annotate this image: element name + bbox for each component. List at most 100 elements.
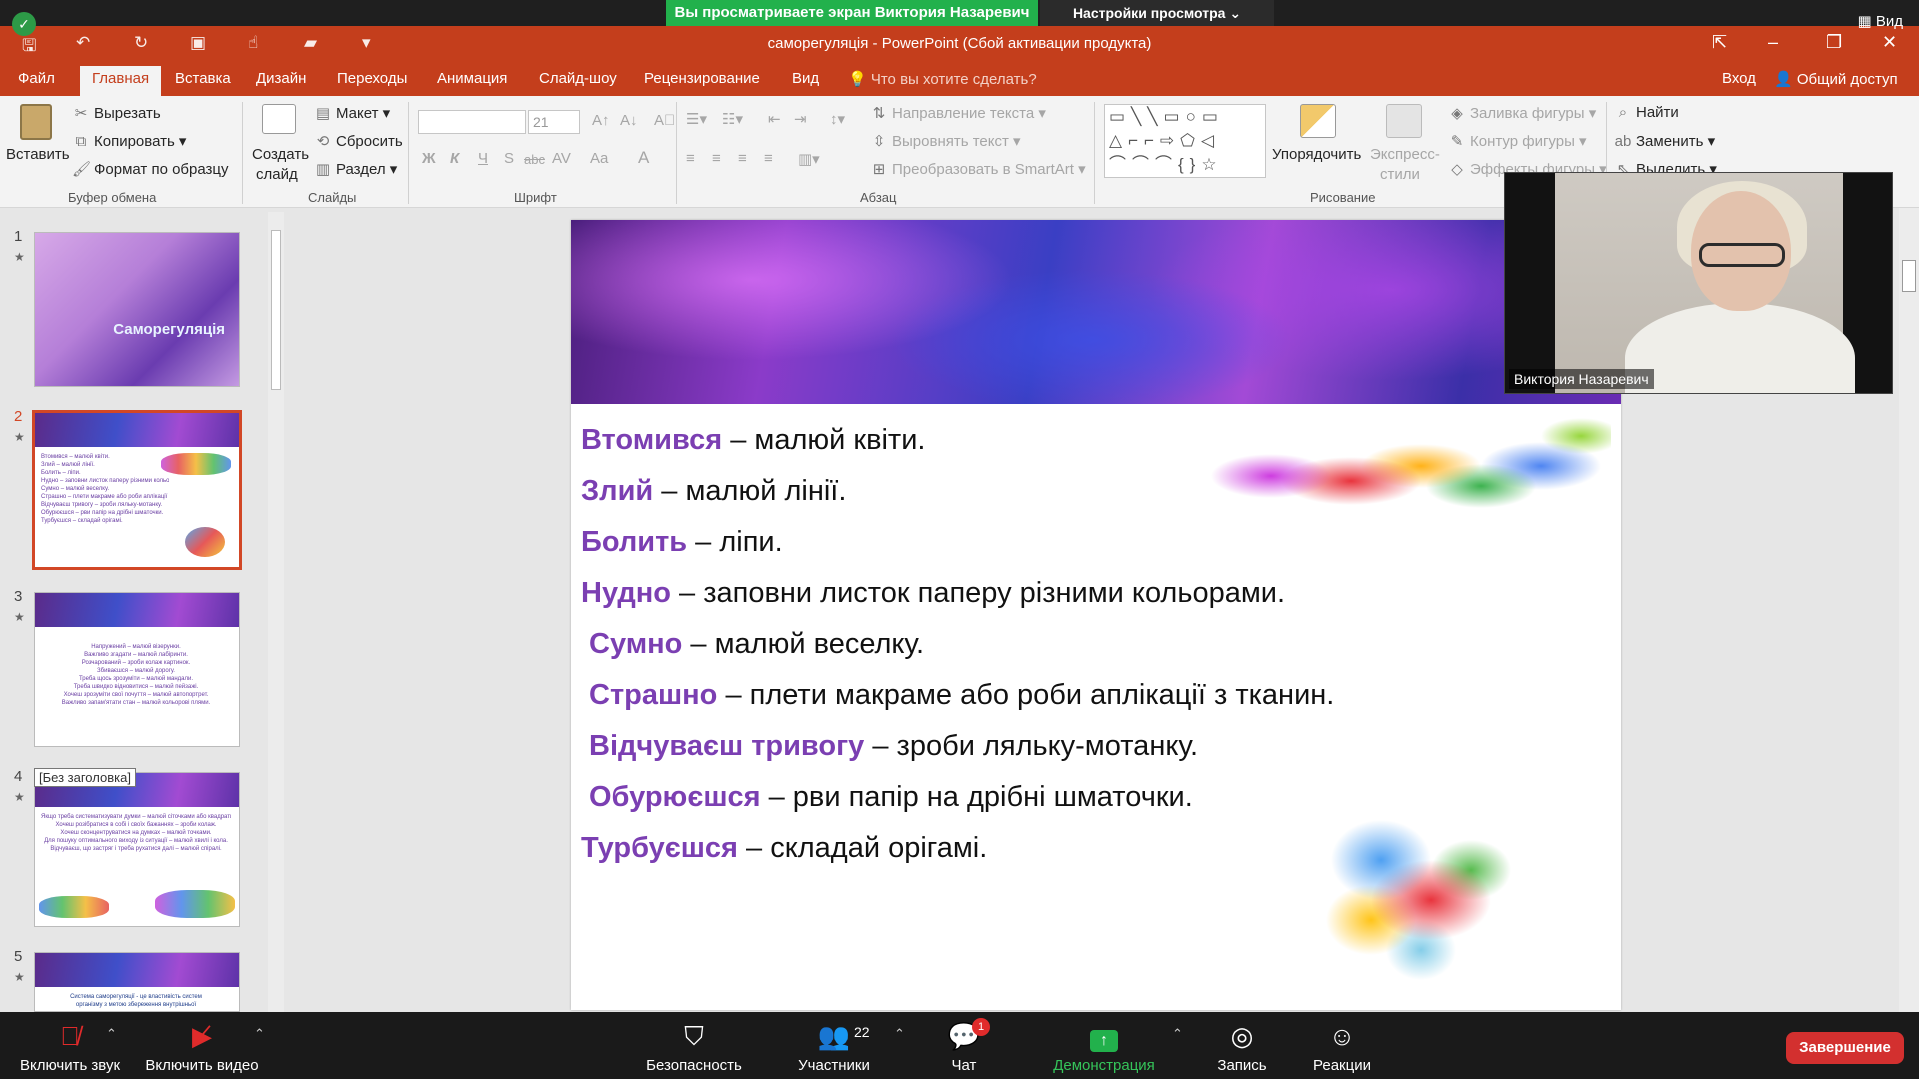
- participant-video[interactable]: Виктория Назаревич: [1504, 172, 1893, 394]
- tell-me-placeholder: Что вы хотите сделать?: [870, 71, 1037, 88]
- arrange-icon[interactable]: [1300, 104, 1336, 138]
- char-spacing-button[interactable]: AV: [552, 150, 571, 167]
- shield-check-icon[interactable]: ✓: [12, 12, 36, 36]
- tab-animations[interactable]: Анимация: [437, 70, 507, 87]
- tab-design[interactable]: Дизайн: [256, 70, 306, 87]
- thumb-text: Втомився – малюй квіти. Злий – малюй лін…: [41, 453, 169, 525]
- share-button[interactable]: 👤 Общий доступ: [1774, 70, 1898, 88]
- text-direction-button[interactable]: ⇅ Направление текста ▾: [870, 104, 1046, 122]
- reset-button[interactable]: ⟲ Сбросить: [314, 132, 403, 150]
- quick-styles-icon[interactable]: [1386, 104, 1422, 138]
- change-case-button[interactable]: Aa: [590, 150, 608, 167]
- new-slide-button[interactable]: Создать: [252, 146, 309, 163]
- find-button[interactable]: ⌕ Найти: [1614, 104, 1679, 121]
- minimize-icon[interactable]: –: [1768, 32, 1778, 53]
- slide-thumb-3[interactable]: Напружений – малюй візерунки. Важливо зг…: [34, 592, 240, 747]
- tab-view[interactable]: Вид: [792, 70, 819, 87]
- participants-button[interactable]: 👥 22 ⌃ Участники: [764, 1012, 905, 1079]
- new-slide-button-line2[interactable]: слайд: [256, 166, 298, 183]
- bullets-icon[interactable]: ☰▾: [686, 110, 707, 128]
- tab-insert[interactable]: Вставка: [175, 70, 231, 87]
- slide-line: Відчуваєш тривогу – зроби ляльку-мотанку…: [581, 730, 1334, 781]
- slide-line: Страшно – плети макраме або роби аплікац…: [581, 679, 1334, 730]
- justify-icon[interactable]: ≡: [764, 150, 773, 167]
- shapes-gallery[interactable]: ▭╲╲▭○▭ △⌐⌐⇨⬠◁ ⌒⌒⌒{}☆: [1104, 104, 1266, 178]
- chevron-up-icon[interactable]: ⌃: [106, 1026, 117, 1042]
- shape-outline-button[interactable]: ✎ Контур фигуры ▾: [1448, 132, 1587, 150]
- smartart-button[interactable]: ⊞ Преобразовать в SmartArt ▾: [870, 160, 1086, 178]
- bold-button[interactable]: Ж: [422, 150, 436, 167]
- replace-button[interactable]: ab Заменить ▾: [1614, 132, 1715, 150]
- close-icon[interactable]: ✕: [1882, 32, 1897, 53]
- paste-icon[interactable]: [20, 104, 52, 140]
- slide-scrollbar[interactable]: [1899, 208, 1919, 1012]
- increase-indent-icon[interactable]: ⇥: [794, 110, 807, 128]
- clear-format-icon[interactable]: A⃠: [654, 112, 675, 129]
- slide-thumb-4[interactable]: Якщо треба систематизувати думки – малюй…: [34, 772, 240, 927]
- quick-styles-button-line2[interactable]: стили: [1380, 166, 1420, 183]
- reactions-button[interactable]: ☺ Реакции: [1272, 1012, 1412, 1079]
- shadow-button[interactable]: S: [504, 150, 514, 167]
- align-right-icon[interactable]: ≡: [738, 150, 747, 167]
- columns-icon[interactable]: ▥▾: [798, 150, 820, 168]
- paste-button[interactable]: Вставить: [6, 146, 70, 163]
- tab-slideshow[interactable]: Слайд-шоу: [539, 70, 617, 87]
- font-name-input[interactable]: [418, 110, 526, 134]
- thumb-splash: [39, 896, 109, 918]
- grow-font-icon[interactable]: A↑: [592, 112, 610, 129]
- end-meeting-button[interactable]: Завершение: [1786, 1032, 1904, 1064]
- italic-button[interactable]: К: [450, 150, 459, 167]
- quick-styles-button[interactable]: Экспресс-: [1370, 146, 1440, 163]
- slide-line: Болить – ліпи.: [581, 526, 1334, 577]
- start-video-button[interactable]: ▶̸ ⌃ Включить видео: [132, 1012, 272, 1079]
- slide-canvas[interactable]: Втомився – малюй квіти. Злий – малюй лін…: [571, 220, 1621, 1010]
- paint-bucket-icon: ◈: [1451, 105, 1463, 122]
- chevron-up-icon[interactable]: ⌃: [254, 1026, 265, 1042]
- ribbon-display-icon[interactable]: ⇱: [1712, 32, 1727, 53]
- start-video-label: Включить видео: [145, 1057, 259, 1074]
- arrange-button[interactable]: Упорядочить: [1272, 146, 1361, 163]
- signin-link[interactable]: Вход: [1722, 70, 1756, 87]
- format-painter-button[interactable]: 🖌 Формат по образцу: [72, 160, 229, 178]
- strikethrough-button[interactable]: abc: [524, 152, 545, 167]
- font-color-button[interactable]: A: [638, 148, 649, 168]
- align-left-icon[interactable]: ≡: [686, 150, 695, 167]
- slide-thumb-5[interactable]: Система саморегуляції - це властивість с…: [34, 952, 240, 1012]
- share-screen-button[interactable]: ↑ ⌃ Демонстрация экрана: [1034, 1012, 1183, 1079]
- decrease-indent-icon[interactable]: ⇤: [768, 110, 781, 128]
- slide-line-text: – зроби ляльку-мотанку.: [864, 730, 1198, 762]
- share-screen-icon: ↑: [1034, 1022, 1174, 1052]
- scroll-thumb[interactable]: [1902, 260, 1916, 292]
- tab-transitions[interactable]: Переходы: [337, 70, 407, 87]
- underline-button[interactable]: Ч: [478, 150, 488, 167]
- copy-button[interactable]: ⧉ Копировать ▾: [72, 132, 187, 150]
- tab-review[interactable]: Рецензирование: [644, 70, 760, 87]
- restore-icon[interactable]: ❐: [1826, 32, 1842, 53]
- view-settings-button[interactable]: Настройки просмотра ⌄: [1040, 0, 1274, 26]
- share-label: Общий доступ: [1796, 71, 1898, 88]
- slide-line: Обурюєшся – рви папір на дрібні шматочки…: [581, 781, 1334, 832]
- shrink-font-icon[interactable]: A↓: [620, 112, 638, 129]
- layout-button[interactable]: ▤ Макет ▾: [314, 104, 390, 122]
- slide-thumb-2[interactable]: Втомився – малюй квіти. Злий – малюй лін…: [32, 410, 242, 570]
- slide-thumb-1[interactable]: Саморегуляція: [34, 232, 240, 387]
- tell-me-search[interactable]: 💡 Что вы хотите сделать?: [848, 70, 1037, 88]
- cut-button[interactable]: ✂ Вырезать: [72, 104, 161, 122]
- section-button[interactable]: ▥ Раздел ▾: [314, 160, 397, 178]
- view-menu-button[interactable]: ▦ Вид: [1858, 12, 1904, 30]
- line-spacing-icon[interactable]: ↕▾: [830, 110, 845, 128]
- chat-button[interactable]: 💬 1 Чат: [894, 1012, 1034, 1079]
- tab-file[interactable]: Файл: [18, 70, 55, 87]
- font-size-input[interactable]: 21: [528, 110, 580, 134]
- numbering-icon[interactable]: ☷▾: [722, 110, 743, 128]
- unmute-button[interactable]: 🎙̸ ⌃ Включить звук: [0, 1012, 140, 1079]
- scroll-thumb[interactable]: [271, 230, 281, 390]
- align-text-button[interactable]: ⇳ Выровнять текст ▾: [870, 132, 1021, 150]
- security-button[interactable]: ⛉ Безопасность: [624, 1012, 764, 1079]
- tab-home[interactable]: Главная: [80, 66, 162, 96]
- slide-text-body[interactable]: Втомився – малюй квіти. Злий – малюй лін…: [581, 424, 1334, 883]
- align-center-icon[interactable]: ≡: [712, 150, 721, 167]
- shape-fill-button[interactable]: ◈ Заливка фигуры ▾: [1448, 104, 1596, 122]
- new-slide-icon[interactable]: [262, 104, 296, 134]
- thumbnails-scrollbar[interactable]: [268, 212, 284, 1012]
